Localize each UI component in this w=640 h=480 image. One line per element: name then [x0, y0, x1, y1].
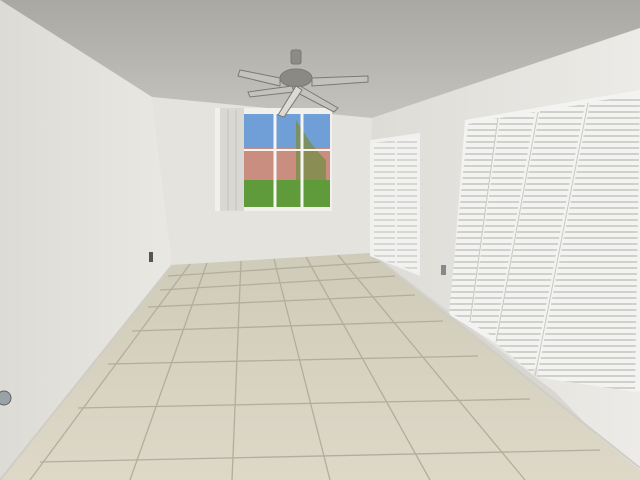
wall-outlet-icon	[441, 265, 446, 275]
window-blind	[220, 108, 244, 211]
empty-room-scene	[0, 0, 640, 480]
window	[215, 108, 332, 211]
back-closet	[370, 133, 420, 276]
door-knob-icon	[0, 390, 12, 406]
window-lawn	[244, 180, 330, 207]
wall-outlet-icon	[149, 252, 153, 262]
